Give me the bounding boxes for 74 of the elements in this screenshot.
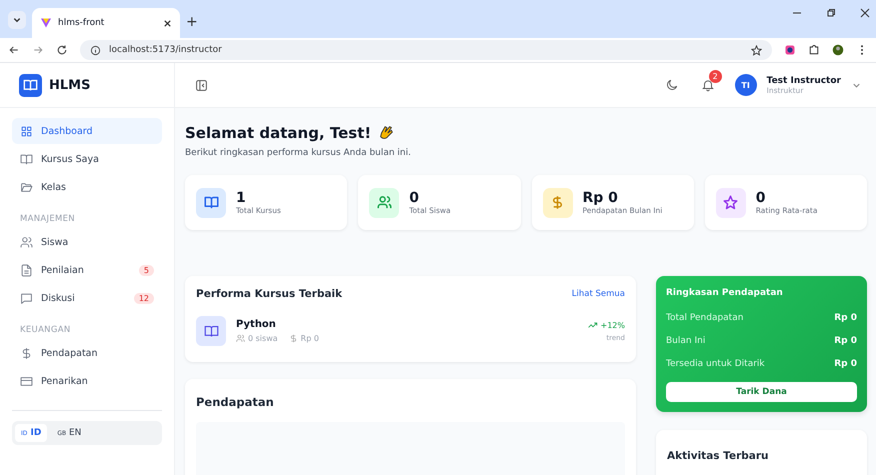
view-all-link[interactable]: Lihat Semua	[572, 289, 625, 299]
card-title: Pendapatan	[196, 395, 274, 409]
card-title: Aktivitas Terbaru	[667, 450, 769, 462]
bell-icon[interactable]	[700, 78, 715, 92]
sidebar-item[interactable]: Kursus Saya	[12, 146, 162, 172]
new-tab-button[interactable]: +	[186, 14, 198, 30]
restore-icon[interactable]	[826, 8, 836, 18]
trend-value: +12%	[600, 320, 625, 330]
sidebar-item[interactable]: Diskusi 12	[12, 285, 162, 311]
info-icon	[90, 44, 101, 56]
users-icon	[369, 188, 400, 218]
waving-hand-icon	[377, 124, 396, 142]
sidebar-item[interactable]: Penilaian 5	[12, 257, 162, 283]
count-badge: 5	[138, 264, 154, 276]
favicon-icon	[40, 17, 52, 29]
welcome-title: Selamat datang, Test!	[185, 124, 372, 142]
summary-label: Tersedia untuk Ditarik	[666, 359, 765, 369]
course-revenue: Rp 0	[300, 334, 319, 343]
stat-value: 0	[756, 190, 766, 206]
moon-icon[interactable]	[664, 78, 679, 92]
app-name: HLMS	[49, 78, 90, 92]
summary-value: Rp 0	[834, 313, 857, 323]
sidebar-item[interactable]: Pendapatan	[12, 340, 162, 366]
withdraw-button[interactable]: Tarik Dana	[666, 382, 857, 402]
bookmark-star-icon[interactable]	[751, 44, 762, 56]
sidebar-toggle-icon[interactable]	[195, 78, 208, 92]
users-icon	[236, 334, 245, 343]
card-icon	[20, 374, 33, 388]
summary-label: Total Pendapatan	[666, 313, 744, 323]
sidebar-item[interactable]: Kelas	[12, 174, 162, 200]
stat-value: 0	[409, 190, 420, 206]
tab-list-button[interactable]	[8, 11, 26, 29]
summary-label: Bulan Ini	[666, 336, 706, 346]
reload-icon[interactable]	[56, 44, 68, 56]
browser-tab[interactable]: hlms-front	[32, 8, 180, 38]
count-badge: 12	[134, 292, 154, 304]
welcome-subtitle: Berikut ringkasan performa kursus Anda bulan ini.	[185, 148, 412, 158]
sidebar-item[interactable]: Siswa	[12, 229, 162, 255]
user-avatar[interactable]: TI	[734, 74, 757, 96]
chat-icon	[20, 292, 33, 304]
puzzle-icon[interactable]	[808, 44, 820, 56]
profile-icon[interactable]	[832, 44, 844, 56]
user-name: Test Instructor	[766, 76, 841, 86]
card-title: Performa Kursus Terbaik	[196, 288, 342, 300]
section-heading: KEUANGAN	[19, 324, 72, 337]
stat-value: Rp 0	[582, 190, 619, 206]
address-field[interactable]: localhost:5173/instructor	[80, 40, 772, 60]
book-icon	[196, 188, 226, 218]
summary-value: Rp 0	[834, 359, 857, 369]
student-count: 0 siswa	[248, 334, 278, 343]
sidebar-item[interactable]: Penarikan	[12, 368, 162, 394]
book-icon	[196, 316, 226, 346]
trend-up-icon	[588, 322, 598, 328]
dollar-icon	[288, 334, 298, 343]
stat-value: 1	[236, 190, 247, 206]
summary-value: Rp 0	[834, 336, 857, 346]
file-icon	[20, 264, 33, 276]
close-icon[interactable]	[163, 18, 172, 28]
course-name: Python	[236, 319, 277, 330]
users-icon	[20, 236, 33, 248]
section-heading: MANAJEMEN	[19, 213, 76, 226]
forward-icon[interactable]	[32, 44, 44, 56]
back-icon[interactable]	[8, 44, 20, 56]
grid-icon	[20, 124, 33, 138]
extension-icon[interactable]	[784, 44, 796, 56]
dollar-icon	[20, 346, 33, 360]
folder-icon	[20, 180, 33, 194]
book-icon	[20, 152, 33, 166]
close-icon[interactable]	[860, 8, 870, 18]
logo-book-icon	[19, 74, 42, 96]
card-title: Ringkasan Pendapatan	[666, 288, 784, 298]
dollar-icon	[542, 188, 572, 218]
sidebar-item[interactable]: Dashboard	[12, 118, 162, 144]
notification-badge: 2	[708, 70, 722, 83]
